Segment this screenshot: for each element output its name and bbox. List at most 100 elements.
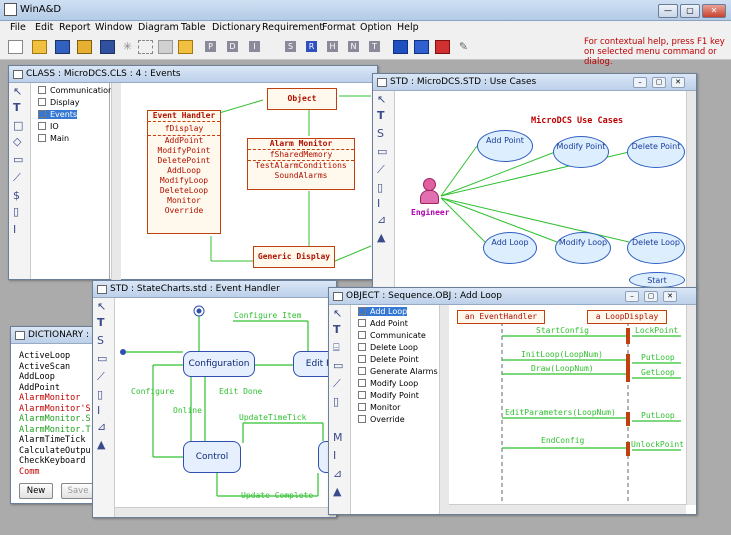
event-handler-op: ModifyPoint — [157, 146, 211, 155]
usecase-add-loop[interactable]: Add Loop — [483, 232, 537, 264]
toolbar-d[interactable]: D — [227, 41, 238, 52]
app-title: WinA&D — [20, 4, 62, 15]
layout-icon[interactable] — [138, 40, 153, 54]
event-handler-class[interactable]: Event Handler fDisplay AddPoint ModifyPo… — [147, 110, 221, 234]
save-icon[interactable] — [55, 40, 70, 54]
maximize-button[interactable]: ▢ — [680, 4, 700, 18]
dictionary-window[interactable]: DICTIONARY : S ActiveLoop ActiveScan AddLo… — [10, 326, 100, 504]
return-unlockpoint: UnlockPoint — [631, 440, 684, 449]
event-handler-op: ModifyLoop — [159, 176, 209, 185]
event-handler-op: AddPoint — [164, 136, 204, 145]
folder-tool-icon[interactable] — [77, 40, 92, 54]
new-document-icon[interactable] — [8, 40, 23, 54]
object-class-name: Object — [287, 94, 317, 103]
alarm-monitor-op: SoundAlarms — [274, 171, 328, 180]
sequence-window[interactable]: OBJECT : Sequence.OBJ : Add Loop – ▢ ✕ ↖ T… — [328, 287, 697, 515]
toolbar-s[interactable]: S — [285, 41, 296, 52]
event-handler-name: Event Handler — [148, 111, 220, 122]
actor-label: Engineer — [411, 208, 450, 217]
usecase-start[interactable]: Start — [629, 272, 685, 288]
menu-help[interactable]: Help — [397, 22, 419, 33]
sparkle-icon[interactable]: ✳ — [120, 40, 135, 54]
table-icon[interactable] — [158, 40, 173, 54]
menu-table[interactable]: Table — [181, 22, 206, 33]
transition-configure: Configure — [131, 387, 175, 396]
usecase-window[interactable]: STD : MicroDCS.STD : Use Cases – ▢ ✕ ↖ T S… — [372, 73, 697, 288]
dictionary-item[interactable]: AlarmMonitor — [19, 393, 80, 403]
menu-option[interactable]: Option — [360, 22, 392, 33]
toolbar-n[interactable]: N — [348, 41, 359, 52]
menu-window[interactable]: Window — [95, 22, 132, 33]
alarm-monitor-op: TestAlarmConditions — [255, 161, 347, 170]
dictionary-window-title: DICTIONARY : S — [28, 330, 98, 340]
import-icon[interactable] — [393, 40, 408, 54]
menu-edit[interactable]: Edit — [35, 22, 53, 33]
generic-display-class[interactable]: Generic Display — [253, 246, 335, 268]
toolbar-r[interactable]: R — [306, 41, 317, 52]
return-lockpoint: LockPoint — [635, 326, 679, 335]
object-class[interactable]: Object — [267, 88, 337, 110]
engineer-actor-icon[interactable] — [417, 178, 441, 206]
menu-bar: File Edit Report Window Diagram Table Di… — [0, 21, 731, 36]
menu-diagram[interactable]: Diagram — [138, 22, 179, 33]
usecase-delete-point[interactable]: Delete Point — [627, 136, 685, 168]
menu-dictionary[interactable]: Dictionary — [212, 22, 261, 33]
dictionary-item[interactable]: AlarmMonitor.S — [19, 414, 91, 424]
lifeline-loopdisplay[interactable]: a LoopDisplay — [587, 310, 667, 324]
dictionary-item[interactable]: AddLoop — [19, 372, 55, 382]
code-pen-icon[interactable]: ✎ — [456, 40, 471, 54]
book-icon[interactable] — [435, 40, 450, 54]
dictionary-item[interactable]: CalculateOutpu — [19, 446, 91, 456]
dictionary-item[interactable]: AlarmTimeTick — [19, 435, 86, 445]
alarm-monitor-class[interactable]: Alarm Monitor fSharedMemory TestAlarmCon… — [247, 138, 355, 190]
statechart-window[interactable]: STD : StateCharts.std : Event Handler ↖ … — [92, 280, 343, 518]
new-button[interactable]: New — [19, 483, 53, 499]
usecase-add-point[interactable]: Add Point — [477, 130, 533, 162]
dictionary-item[interactable]: ActiveLoop — [19, 351, 70, 361]
transition-online: Online — [173, 406, 202, 415]
open-folder-icon[interactable] — [32, 40, 47, 54]
usecase-delete-loop[interactable]: Delete Loop — [627, 232, 685, 264]
menu-format[interactable]: Format — [322, 22, 355, 33]
event-handler-op: AddLoop — [167, 166, 201, 175]
return-putloop-2: PutLoop — [641, 411, 675, 420]
grid-icon[interactable] — [414, 40, 429, 54]
dictionary-item[interactable]: AddPoint — [19, 383, 60, 393]
lifeline-eventhandler[interactable]: an EventHandler — [457, 310, 545, 324]
dictionary-item[interactable]: ActiveScan — [19, 362, 70, 372]
menu-requirement[interactable]: Requirement — [262, 22, 323, 33]
event-handler-op: Monitor — [167, 196, 201, 205]
dictionary-item[interactable]: AlarmMonitor'S — [19, 404, 91, 414]
usecase-modify-point[interactable]: Modify Point — [553, 136, 609, 168]
menu-report[interactable]: Report — [59, 22, 91, 33]
state-configuration[interactable]: Configuration — [183, 351, 255, 377]
dictionary-item[interactable]: AlarmMonitor.T — [19, 425, 91, 435]
dictionary-item[interactable]: Comm — [19, 467, 39, 477]
generic-display-name: Generic Display — [257, 252, 331, 261]
print-icon[interactable] — [100, 40, 115, 54]
toolbar-i[interactable]: I — [249, 41, 260, 52]
toolbar-h[interactable]: H — [327, 41, 338, 52]
message-startconfig: StartConfig — [536, 326, 589, 335]
app-titlebar: WinA&D — ▢ ✕ — [0, 0, 731, 21]
transition-configure-item: Configure Item — [234, 311, 302, 320]
dictionary-item[interactable]: CheckKeyboard — [19, 456, 86, 466]
return-putloop: PutLoop — [641, 353, 675, 362]
minimize-button[interactable]: — — [658, 4, 678, 18]
alarm-monitor-attr: fSharedMemory — [248, 150, 354, 161]
menu-file[interactable]: File — [10, 22, 26, 33]
folder-arrow-icon[interactable] — [178, 40, 193, 54]
transition-edit-done: Edit Done — [219, 387, 263, 396]
event-handler-op: DeleteLoop — [159, 186, 209, 195]
class-window[interactable]: CLASS : MicroDCS.CLS : 4 : Events ↖ T □ … — [8, 65, 378, 280]
toolbar-p[interactable]: P — [205, 41, 216, 52]
message-editparameters: EditParameters(LoopNum) — [505, 408, 616, 417]
usecase-modify-loop[interactable]: Modify Loop — [555, 232, 611, 264]
close-button[interactable]: ✕ — [702, 4, 726, 18]
message-draw: Draw(LoopNum) — [531, 364, 594, 373]
save-button[interactable]: Save — [61, 483, 95, 499]
return-getloop: GetLoop — [641, 368, 675, 377]
app-icon — [4, 3, 17, 16]
toolbar-t[interactable]: T — [369, 41, 380, 52]
state-control[interactable]: Control — [183, 441, 241, 473]
